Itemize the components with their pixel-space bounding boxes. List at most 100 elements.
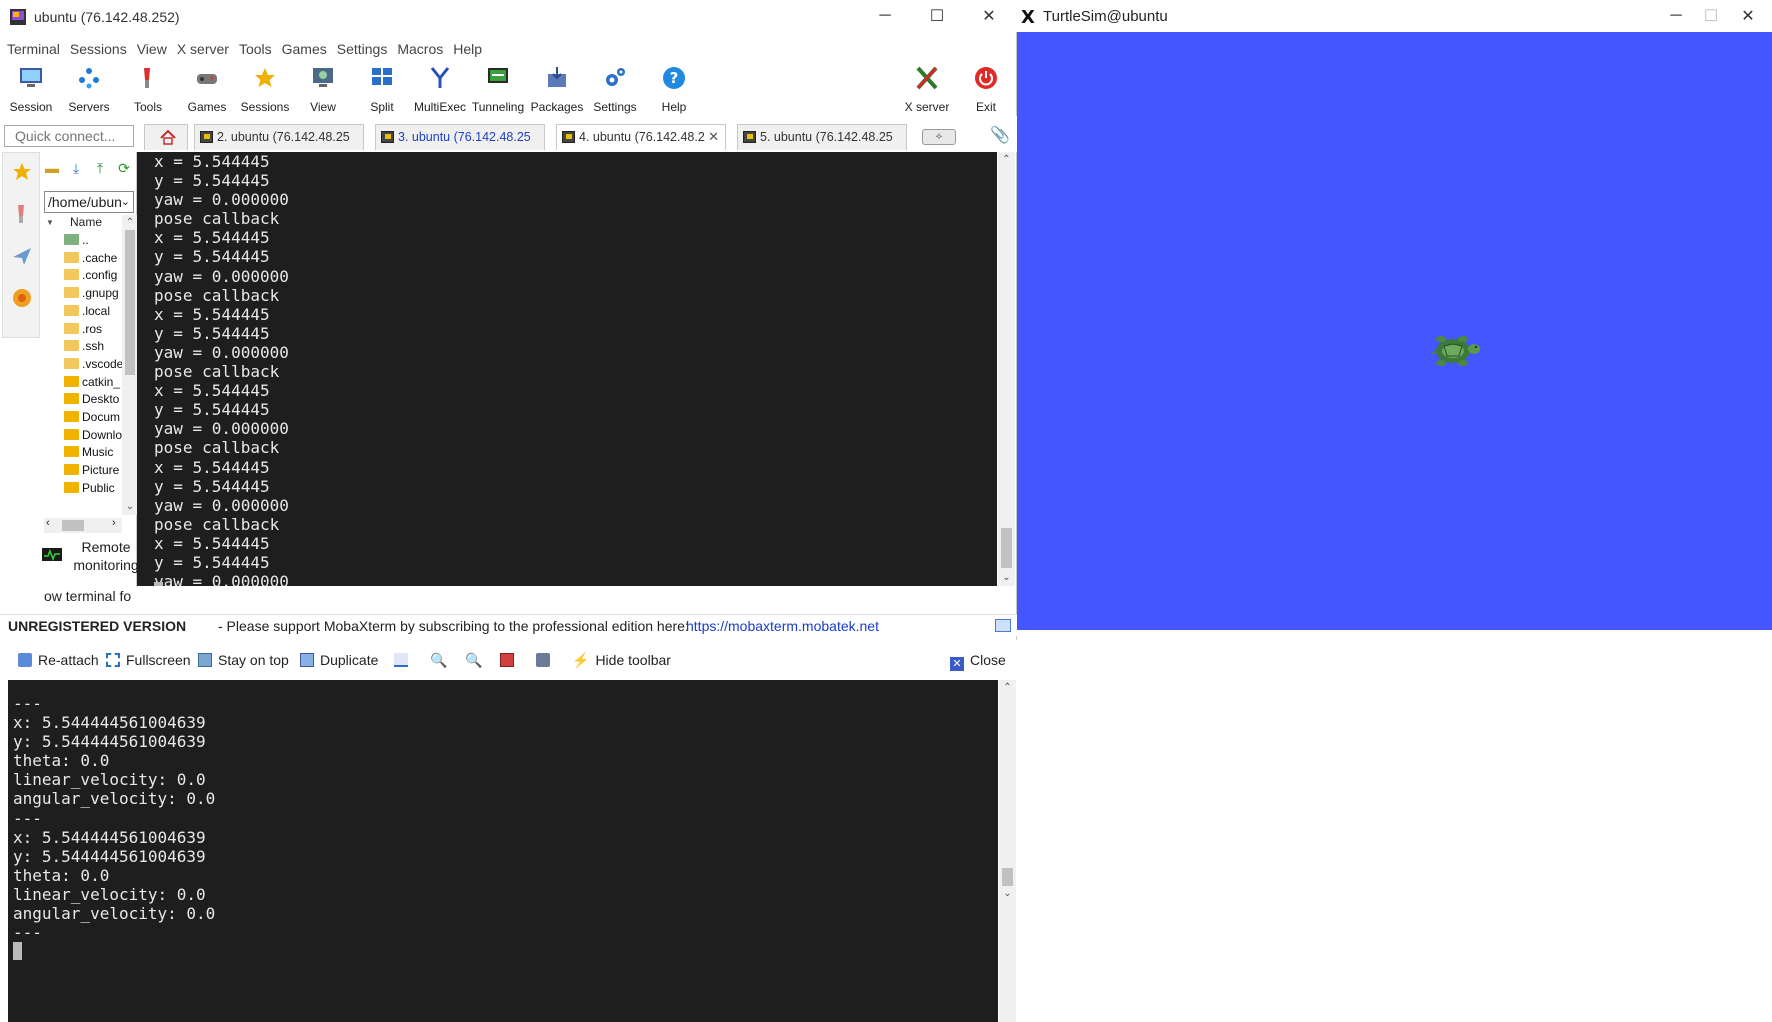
list-item[interactable]: Music — [64, 445, 113, 462]
follow-terminal-checkbox[interactable]: ow terminal fo — [44, 588, 138, 604]
menu-games[interactable]: Games — [282, 38, 327, 60]
scroll-right-icon[interactable]: › — [112, 517, 116, 529]
download-icon[interactable]: ⤓ — [68, 160, 84, 176]
scrollbar-thumb[interactable] — [1002, 868, 1013, 886]
list-item[interactable]: Docum — [64, 410, 120, 427]
menu-macros[interactable]: Macros — [397, 38, 443, 60]
terminal-output[interactable]: x = 5.544445 y = 5.544445 yaw = 0.000000… — [137, 152, 997, 586]
terminal-cursor — [154, 582, 163, 586]
list-item[interactable]: .local — [64, 304, 110, 321]
terminal-scrollbar[interactable]: ⌃ ⌄ — [998, 152, 1015, 586]
tab-session-5[interactable]: 5. ubuntu (76.142.48.25 — [737, 124, 907, 150]
detached-terminal-scrollbar[interactable]: ⌃ ⌄ — [999, 680, 1016, 1022]
menu-tools[interactable]: Tools — [239, 38, 272, 60]
exit-button[interactable]: Exit — [955, 64, 1017, 116]
tools-icon[interactable] — [11, 203, 33, 225]
tab-session-3[interactable]: 3. ubuntu (76.142.48.25 — [375, 124, 545, 150]
file-list-hscrollbar[interactable]: ‹ › — [44, 517, 122, 533]
zoom-out-button[interactable]: 🔍 — [465, 652, 482, 672]
split-icon — [372, 68, 392, 85]
menu-sessions[interactable]: Sessions — [70, 38, 127, 60]
folder-icon — [64, 269, 79, 281]
menu-terminal[interactable]: Terminal — [7, 38, 60, 60]
send-icon[interactable] — [11, 245, 33, 267]
duplicate-button[interactable]: Duplicate — [300, 652, 378, 672]
sftp-icon[interactable] — [11, 287, 33, 309]
tab-home[interactable] — [144, 124, 188, 150]
stay-on-top-button[interactable]: Stay on top — [198, 652, 289, 672]
list-item[interactable]: Public — [64, 481, 115, 498]
menu-settings[interactable]: Settings — [337, 38, 388, 60]
close-window-button[interactable]: ✕ — [1729, 0, 1767, 32]
close-window-button[interactable]: ✕ — [966, 0, 1012, 32]
scrollbar-thumb[interactable] — [62, 520, 84, 531]
folder-icon[interactable]: ▬ — [44, 160, 60, 176]
scrollbar-thumb[interactable] — [1001, 528, 1012, 568]
upload-icon[interactable]: ⤒ — [92, 160, 108, 176]
list-item[interactable]: .. — [64, 233, 89, 250]
star-icon[interactable] — [11, 161, 33, 183]
list-item[interactable]: .gnupg — [64, 286, 119, 303]
remote-monitoring-button[interactable]: Remote monitoring — [42, 538, 139, 578]
close-button[interactable]: ✕ Close — [950, 652, 1006, 672]
chevron-down-icon: ⌄ — [120, 196, 130, 208]
name-column-header[interactable]: Name — [70, 215, 102, 229]
new-tab-button[interactable]: ⟡ — [922, 129, 956, 145]
tab-session-2[interactable]: 2. ubuntu (76.142.48.25 — [194, 124, 364, 150]
edit-button[interactable] — [394, 652, 414, 672]
close-tab-icon[interactable]: ✕ — [708, 129, 719, 145]
scroll-left-icon[interactable]: ‹ — [46, 517, 50, 529]
scroll-down-icon[interactable]: ⌄ — [999, 886, 1016, 902]
list-item[interactable]: Deskto — [64, 392, 119, 409]
maximize-button[interactable]: ☐ — [1692, 0, 1730, 32]
list-item[interactable]: .ros — [64, 322, 102, 339]
folder-icon — [64, 251, 79, 263]
turtle-icon — [1430, 336, 1480, 366]
detached-terminal-output[interactable]: --- x: 5.544444561004639 y: 5.5444445610… — [8, 680, 998, 1022]
mobaxterm-link[interactable]: https://mobaxterm.mobatek.net — [686, 615, 879, 637]
list-item[interactable]: .cache — [64, 251, 117, 268]
list-item[interactable]: .ssh — [64, 339, 104, 356]
list-item[interactable]: catkin_ — [64, 375, 120, 392]
scroll-up-icon[interactable]: ⌃ — [999, 680, 1016, 696]
scrollbar-thumb[interactable] — [125, 230, 135, 375]
folder-icon — [64, 340, 79, 352]
session-icon — [20, 68, 42, 87]
sftp-path-select[interactable]: /home/ubun ⌄ — [44, 191, 134, 213]
folder-icon — [64, 411, 79, 422]
zoom-out-icon: 🔍 — [465, 652, 483, 668]
list-item[interactable]: Picture — [64, 463, 119, 480]
terminal-icon — [743, 131, 756, 143]
attachment-icon[interactable]: 📎 — [990, 125, 1010, 145]
help-button[interactable]: ? Help — [643, 64, 705, 116]
menu-view[interactable]: View — [137, 38, 167, 60]
folder-icon — [64, 287, 79, 299]
file-list-scrollbar[interactable]: ⌃ ⌄ — [122, 215, 138, 515]
help-icon: ? — [663, 67, 685, 89]
fullscreen-button[interactable]: Fullscreen — [106, 652, 191, 672]
tab-session-4[interactable]: 4. ubuntu (76.142.48.2 ✕ — [556, 124, 726, 150]
window-title: ubuntu (76.142.48.252) — [34, 9, 180, 25]
menu-x-server[interactable]: X server — [177, 38, 229, 60]
list-item[interactable]: .vscode — [64, 357, 123, 374]
stay-on-top-icon — [198, 653, 212, 667]
print-button[interactable] — [536, 652, 556, 672]
list-item[interactable]: .config — [64, 268, 117, 285]
quick-connect-input[interactable] — [4, 125, 134, 147]
list-item[interactable]: Downlo — [64, 428, 122, 445]
reattach-button[interactable]: Re-attach — [18, 652, 99, 672]
minimize-button[interactable]: ─ — [1657, 0, 1695, 32]
scroll-down-icon[interactable]: ⌄ — [998, 570, 1015, 586]
refresh-icon[interactable]: ⟳ — [116, 160, 132, 176]
hide-toolbar-button[interactable]: ⚡ Hide toolbar — [572, 652, 671, 672]
minimize-button[interactable]: ─ — [862, 0, 908, 32]
monitor-icon[interactable] — [995, 619, 1011, 632]
scroll-up-icon[interactable]: ⌃ — [998, 152, 1015, 168]
pencil-icon — [394, 653, 408, 667]
save-button[interactable] — [500, 652, 520, 672]
maximize-button[interactable]: ☐ — [914, 0, 960, 32]
scroll-down-icon[interactable]: ⌄ — [122, 499, 138, 515]
scroll-up-icon[interactable]: ⌃ — [122, 215, 138, 231]
menu-help[interactable]: Help — [453, 38, 482, 60]
zoom-in-button[interactable]: 🔍 — [430, 652, 447, 672]
